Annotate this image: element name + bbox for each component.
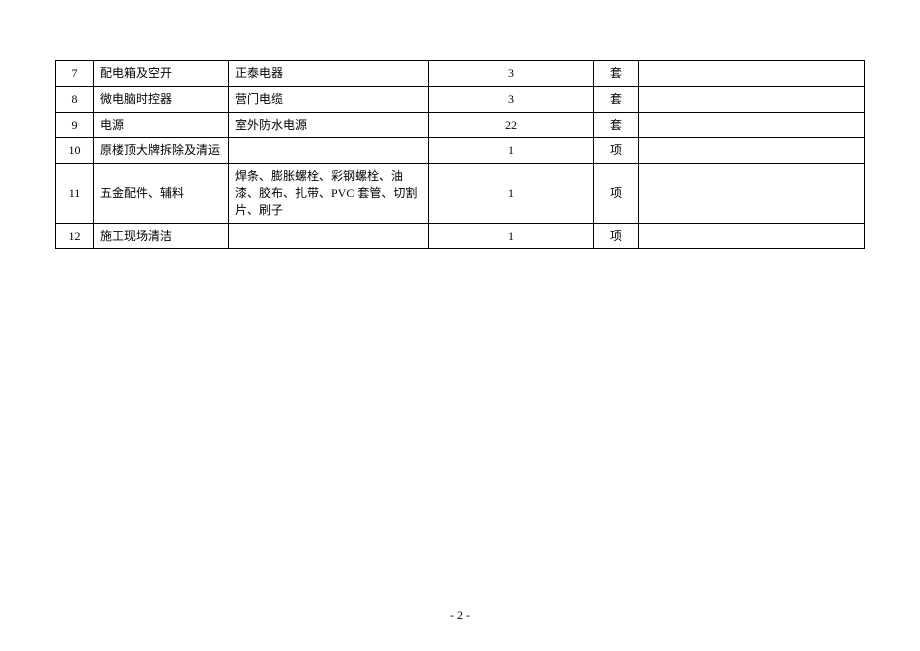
cell-qty: 1: [429, 223, 594, 249]
cell-blank: [639, 223, 865, 249]
cell-qty: 3: [429, 86, 594, 112]
cell-name: 微电脑时控器: [94, 86, 229, 112]
cell-unit: 套: [594, 112, 639, 138]
cell-no: 11: [56, 164, 94, 223]
table-row: 10 原楼顶大牌拆除及清运 1 项: [56, 138, 865, 164]
cell-blank: [639, 112, 865, 138]
cell-qty: 22: [429, 112, 594, 138]
cell-desc: 室外防水电源: [229, 112, 429, 138]
cell-unit: 套: [594, 61, 639, 87]
cell-desc: [229, 138, 429, 164]
cell-unit: 项: [594, 164, 639, 223]
cell-qty: 1: [429, 164, 594, 223]
cell-unit: 项: [594, 223, 639, 249]
page-number: - 2 -: [0, 608, 920, 623]
table-row: 9 电源 室外防水电源 22 套: [56, 112, 865, 138]
cell-name: 五金配件、辅料: [94, 164, 229, 223]
cell-qty: 1: [429, 138, 594, 164]
items-table: 7 配电箱及空开 正泰电器 3 套 8 微电脑时控器 营门电缆 3 套 9 电源…: [55, 60, 865, 249]
cell-desc: 营门电缆: [229, 86, 429, 112]
cell-qty: 3: [429, 61, 594, 87]
cell-no: 8: [56, 86, 94, 112]
cell-no: 10: [56, 138, 94, 164]
cell-blank: [639, 86, 865, 112]
table-row: 8 微电脑时控器 营门电缆 3 套: [56, 86, 865, 112]
cell-blank: [639, 138, 865, 164]
cell-no: 9: [56, 112, 94, 138]
cell-blank: [639, 61, 865, 87]
cell-desc: 正泰电器: [229, 61, 429, 87]
cell-desc: [229, 223, 429, 249]
table-row: 12 施工现场清洁 1 项: [56, 223, 865, 249]
cell-desc: 焊条、膨胀螺栓、彩钢螺栓、油漆、胶布、扎带、PVC 套管、切割片、刷子: [229, 164, 429, 223]
cell-unit: 套: [594, 86, 639, 112]
cell-unit: 项: [594, 138, 639, 164]
table-row: 11 五金配件、辅料 焊条、膨胀螺栓、彩钢螺栓、油漆、胶布、扎带、PVC 套管、…: [56, 164, 865, 223]
cell-blank: [639, 164, 865, 223]
cell-no: 7: [56, 61, 94, 87]
cell-name: 配电箱及空开: [94, 61, 229, 87]
page-content: 7 配电箱及空开 正泰电器 3 套 8 微电脑时控器 营门电缆 3 套 9 电源…: [0, 0, 920, 249]
table-row: 7 配电箱及空开 正泰电器 3 套: [56, 61, 865, 87]
cell-name: 电源: [94, 112, 229, 138]
cell-name: 原楼顶大牌拆除及清运: [94, 138, 229, 164]
cell-name: 施工现场清洁: [94, 223, 229, 249]
cell-no: 12: [56, 223, 94, 249]
